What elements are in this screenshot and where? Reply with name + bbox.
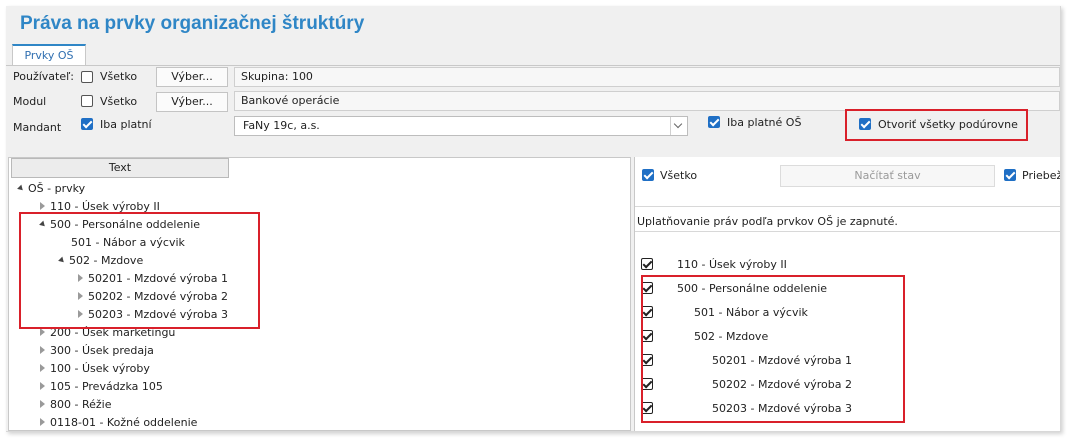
modul-label: Modul: [13, 95, 47, 108]
otvorit-vsetky-label: Otvoriť všetky podúrovne: [878, 118, 1018, 131]
tree-item-300[interactable]: 300 - Úsek predaja: [40, 344, 154, 357]
app-window: Práva na prvky organizačnej štruktúry Pr…: [6, 6, 1061, 432]
modul-select-button[interactable]: Výber...: [156, 92, 228, 112]
expand-arrow-icon[interactable]: [40, 202, 45, 210]
tree-item-800[interactable]: 800 - Réžie: [40, 398, 111, 411]
pouzivatel-label: Používateľ:: [13, 70, 74, 83]
iba-platne-os-label: Iba platné OŠ: [727, 116, 802, 129]
modul-all-checkbox[interactable]: [81, 95, 93, 107]
expand-arrow-icon[interactable]: [40, 346, 45, 354]
mandant-iba-platni-checkbox[interactable]: [81, 118, 93, 130]
nacitat-stav-button[interactable]: Načítať stav: [780, 165, 995, 187]
highlight-right-500: [641, 275, 905, 423]
modul-all-label: Všetko: [100, 95, 138, 108]
divider: [635, 231, 1060, 232]
expand-arrow-icon[interactable]: [40, 418, 45, 426]
rights-pane: Všetko Načítať stav Priebež Uplatňovanie…: [634, 157, 1060, 431]
modul-value-field[interactable]: Bankové operácie: [234, 91, 1060, 111]
expand-arrow-icon[interactable]: [40, 364, 45, 372]
info-text: Uplatňovanie práv podľa prvkov OŠ je zap…: [637, 215, 898, 228]
expand-arrow-icon[interactable]: [40, 382, 45, 390]
tab-prvky-os[interactable]: Prvky OŠ: [12, 44, 86, 65]
page-title: Práva na prvky organizačnej štruktúry: [20, 13, 365, 34]
expand-arrow-icon[interactable]: [40, 328, 45, 336]
right-vsetko-checkbox[interactable]: [642, 169, 654, 181]
pouzivatel-all-label: Všetko: [100, 70, 138, 83]
pouzivatel-value-field[interactable]: Skupina: 100: [234, 67, 1060, 87]
pouzivatel-select-button[interactable]: Výber...: [156, 67, 228, 87]
tree-column-header[interactable]: Text: [11, 158, 229, 178]
right-row-checkbox[interactable]: [641, 258, 653, 270]
collapse-arrow-icon[interactable]: [17, 184, 25, 193]
mandant-select-value: FaNy 19c, a.s.: [243, 119, 320, 132]
priebezne-checkbox[interactable]: [1004, 169, 1016, 181]
right-row-110[interactable]: 110 - Úsek výroby II: [641, 258, 787, 271]
priebezne-label: Priebež: [1022, 169, 1060, 182]
tree-item-100[interactable]: 100 - Úsek výroby: [40, 362, 150, 375]
right-vsetko-label: Všetko: [660, 169, 698, 182]
tree-pane: Text OŠ - prvky 110 - Úsek výroby II 500…: [8, 157, 631, 431]
tab-strip: Prvky OŠ: [6, 44, 1060, 66]
highlight-tree-500: [19, 212, 260, 329]
tree-item-105[interactable]: 105 - Prevádzka 105: [40, 380, 163, 393]
mandant-select[interactable]: FaNy 19c, a.s.: [234, 116, 688, 136]
pouzivatel-all-checkbox[interactable]: [81, 71, 93, 83]
tree-item-0118[interactable]: 0118-01 - Kožné oddelenie: [40, 416, 197, 429]
tree-item-root[interactable]: OŠ - prvky: [17, 182, 85, 195]
mandant-label: Mandant: [13, 121, 62, 134]
mandant-iba-platni-label: Iba platní: [100, 118, 152, 131]
chevron-down-icon[interactable]: [670, 117, 687, 135]
divider: [635, 206, 1060, 207]
iba-platne-os-checkbox[interactable]: [708, 116, 720, 128]
otvorit-vsetky-checkbox[interactable]: [859, 118, 871, 130]
expand-arrow-icon[interactable]: [40, 400, 45, 408]
